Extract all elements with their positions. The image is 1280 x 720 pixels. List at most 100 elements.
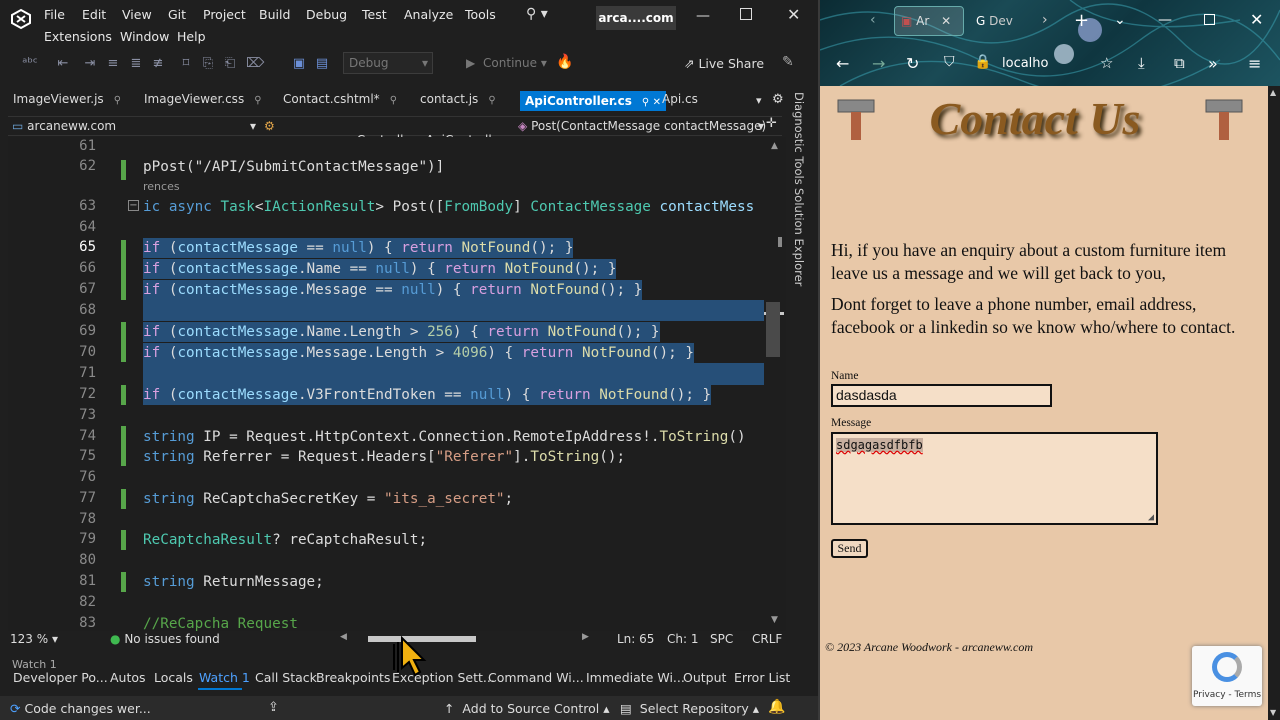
- tab-apicontroller-cs[interactable]: ApiController.cs ⚲ ✕: [520, 91, 667, 111]
- split-icon[interactable]: ✛: [766, 116, 777, 131]
- pin-icon[interactable]: ⚲: [114, 95, 121, 106]
- align-icon[interactable]: ≡: [105, 56, 121, 72]
- project-dropdown[interactable]: ▭ arcanеww.com ▾: [12, 119, 262, 133]
- overflow-icon[interactable]: »: [1208, 54, 1218, 73]
- feedback-icon[interactable]: ✎: [782, 54, 794, 70]
- message-textarea[interactable]: sdgagasdfbfb ◢: [831, 432, 1158, 525]
- extensions-icon[interactable]: ⧉: [1174, 54, 1185, 72]
- minimize-button[interactable]: —: [696, 8, 710, 24]
- codelens-references[interactable]: rences: [143, 180, 180, 193]
- resize-handle-icon[interactable]: ◢: [1148, 512, 1154, 523]
- live-share-button[interactable]: ⇗ Live Share: [684, 56, 764, 71]
- tab-api-cs[interactable]: Api.cs: [662, 92, 698, 110]
- hot-reload-icon[interactable]: 🔥: [556, 54, 573, 70]
- maximize-button[interactable]: [1204, 14, 1215, 25]
- name-input[interactable]: dasdasda: [831, 384, 1052, 407]
- bottom-tab-output[interactable]: Output: [683, 670, 726, 685]
- outdent-icon[interactable]: ⇥: [82, 56, 98, 72]
- tab-contact-js[interactable]: contact.js ⚲: [420, 92, 496, 110]
- maximize-button[interactable]: [740, 8, 752, 20]
- bookmark-clear-icon[interactable]: ⌦: [246, 56, 264, 72]
- tab-dropdown-icon[interactable]: ▾: [756, 94, 762, 107]
- uncomment-icon[interactable]: ≢: [150, 56, 166, 72]
- zoom-select[interactable]: 123 % ▾: [10, 632, 58, 646]
- menu-test[interactable]: Test: [362, 7, 387, 22]
- menu-project[interactable]: Project: [203, 7, 246, 22]
- indent-icon[interactable]: ⇤: [55, 56, 71, 72]
- notifications-bell-icon[interactable]: 🔔: [768, 699, 785, 715]
- bottom-tab-locals[interactable]: Locals: [154, 670, 193, 685]
- bookmark-prev-icon[interactable]: ⎘: [200, 56, 216, 72]
- pin-icon[interactable]: ⚲: [488, 95, 495, 106]
- settings-icon[interactable]: ⚙: [772, 92, 784, 107]
- code-editor[interactable]: 61 62 63 64 65 66 67 68 69 70 71 72 73 74 75 76 77 78 79 80…: [8, 137, 786, 631]
- line-ending-indicator[interactable]: CRLF: [752, 632, 782, 646]
- member-dropdown[interactable]: ◈ Post(ContactMessage contactMessage) ▾: [518, 119, 768, 133]
- no-issues-indicator[interactable]: ● No issues found: [110, 632, 220, 646]
- side-tab-solution-explorer[interactable]: Solution Explorer: [792, 188, 806, 286]
- code-changes-status[interactable]: ⟳ Code changes wer...: [10, 701, 151, 716]
- back-icon[interactable]: ←: [836, 54, 849, 73]
- reload-icon[interactable]: ↻: [906, 54, 919, 73]
- menu-tools[interactable]: Tools: [465, 7, 496, 22]
- configuration-select[interactable]: Debug ▾: [343, 52, 433, 74]
- pin-icon[interactable]: ⚲ ✕: [642, 97, 661, 108]
- menu-build[interactable]: Build: [259, 7, 290, 22]
- tab-scroll-left-icon[interactable]: ‹: [870, 12, 876, 28]
- bookmark-next-icon[interactable]: ⎗: [222, 56, 238, 72]
- lock-icon[interactable]: 🔒: [974, 54, 991, 70]
- menu-edit[interactable]: Edit: [82, 7, 106, 22]
- send-button[interactable]: Send: [831, 539, 868, 558]
- shield-icon[interactable]: ⛉: [944, 54, 955, 70]
- collapse-icon[interactable]: −: [128, 200, 139, 211]
- bottom-tab-developer-po[interactable]: Developer Po...: [13, 670, 108, 685]
- url-bar[interactable]: localho: [1002, 56, 1048, 71]
- bottom-tab-error-list[interactable]: Error List: [734, 670, 790, 685]
- recaptcha-links[interactable]: Privacy - Terms: [1192, 690, 1262, 700]
- tab-list-icon[interactable]: ⌄: [1114, 12, 1126, 28]
- menu-git[interactable]: Git: [168, 7, 186, 22]
- save-icon[interactable]: ▣: [291, 56, 307, 72]
- tab-scroll-right-icon[interactable]: ›: [1042, 12, 1048, 28]
- bottom-tab-autos[interactable]: Autos: [110, 670, 146, 685]
- bottom-tab-immediate-wi[interactable]: Immediate Wi...: [586, 670, 685, 685]
- menu-debug[interactable]: Debug: [306, 7, 347, 22]
- menu-icon[interactable]: ≡: [1248, 54, 1261, 73]
- browser-tab-active[interactable]: ▣ Ar ✕: [894, 6, 964, 36]
- select-repository-button[interactable]: ▤ Select Repository ▴: [620, 701, 759, 716]
- spacing-indicator[interactable]: SPC: [710, 632, 733, 646]
- bookmark-star-icon[interactable]: ☆: [1100, 54, 1113, 72]
- bottom-tab-command-wi[interactable]: Command Wi...: [488, 670, 584, 685]
- line-indicator[interactable]: Ln: 65: [617, 632, 654, 646]
- bookmark-icon[interactable]: ⌑: [178, 56, 194, 72]
- pin-icon[interactable]: ⚲: [390, 95, 397, 106]
- minimize-button[interactable]: —: [1158, 12, 1172, 28]
- menu-view[interactable]: View: [122, 7, 152, 22]
- menu-analyze[interactable]: Analyze: [404, 7, 453, 22]
- notification-panel-icon[interactable]: ⇪: [268, 700, 279, 715]
- side-tab-diagnostic-tools[interactable]: Diagnostic Tools: [792, 92, 806, 185]
- bottom-tab-call-stack[interactable]: Call Stack: [255, 670, 317, 685]
- menu-help[interactable]: Help: [177, 29, 206, 44]
- menu-file[interactable]: File: [44, 7, 65, 22]
- column-indicator[interactable]: Ch: 1: [667, 632, 698, 646]
- tab-imageviewer-css[interactable]: ImageViewer.css ⚲: [144, 92, 262, 110]
- recaptcha-badge[interactable]: Privacy - Terms: [1192, 646, 1262, 706]
- vertical-scrollbar[interactable]: ▲ ▼: [764, 137, 784, 631]
- add-source-control-button[interactable]: ↑ Add to Source Control ▴: [444, 701, 609, 716]
- new-tab-icon[interactable]: +: [1074, 10, 1089, 31]
- horizontal-scrollbar[interactable]: ◀ ▶: [336, 632, 596, 646]
- forward-icon[interactable]: →: [872, 54, 885, 73]
- tab-imageviewer-js[interactable]: ImageViewer.js ⚲: [13, 92, 121, 110]
- page-scrollbar[interactable]: ▲ ▼: [1268, 86, 1280, 720]
- menu-window[interactable]: Window: [120, 29, 169, 44]
- search-icon[interactable]: ⚲ ▾: [526, 6, 548, 22]
- download-icon[interactable]: ⤓: [1138, 54, 1145, 72]
- close-button[interactable]: ✕: [787, 5, 800, 24]
- pin-icon[interactable]: ⚲: [254, 95, 261, 106]
- spellcheck-icon[interactable]: ᵃᵇᶜ: [22, 56, 38, 72]
- save-all-icon[interactable]: ▤: [314, 56, 330, 72]
- comment-icon[interactable]: ≣: [128, 56, 144, 72]
- close-button[interactable]: ✕: [1250, 10, 1263, 29]
- menu-extensions[interactable]: Extensions: [44, 29, 112, 44]
